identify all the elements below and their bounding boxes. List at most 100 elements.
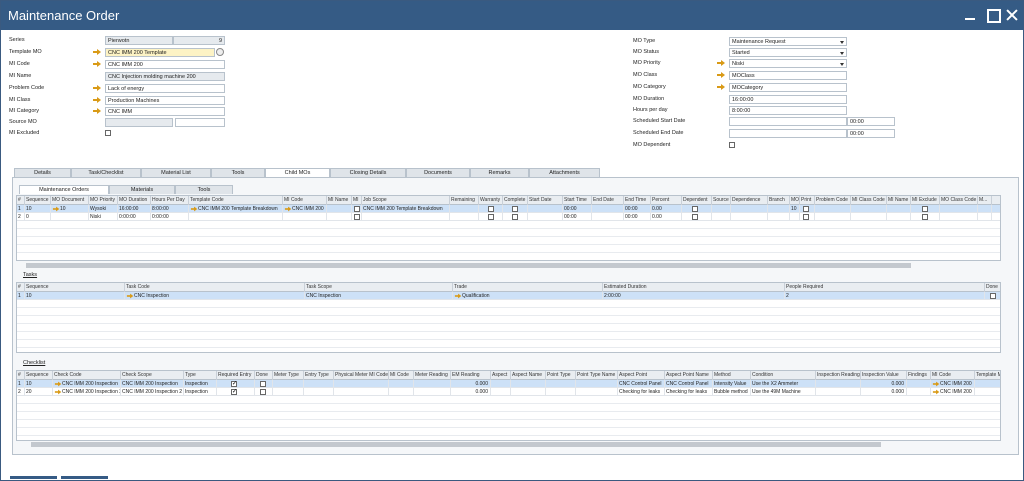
column-header[interactable]: Start Date — [528, 196, 563, 205]
subtab-maintenance-orders[interactable]: Maintenance Orders — [19, 185, 109, 194]
link-arrow-icon[interactable] — [93, 108, 102, 114]
row-checkbox[interactable] — [231, 380, 237, 387]
sched-start-date-field[interactable] — [729, 117, 847, 126]
link-arrow-icon[interactable] — [52, 206, 60, 212]
column-header[interactable]: Hours Per Day — [151, 196, 189, 205]
column-header[interactable]: MI Exclude — [911, 196, 940, 205]
link-arrow-icon[interactable] — [93, 49, 102, 55]
column-header[interactable]: Remaining — [450, 196, 479, 205]
column-header[interactable]: Task Scope — [305, 283, 453, 292]
row-checkbox[interactable] — [512, 206, 518, 212]
mo-type-select[interactable]: Maintenance Request — [729, 37, 847, 46]
column-header[interactable]: # — [17, 196, 25, 205]
mi-class-field[interactable]: Production Machines — [105, 96, 225, 105]
mi-code-field[interactable]: CNC IMM 200 — [105, 60, 225, 69]
column-header[interactable]: Check Code — [53, 371, 121, 380]
tab-tools[interactable]: Tools — [211, 168, 265, 177]
link-arrow-icon[interactable] — [126, 293, 134, 299]
link-arrow-icon[interactable] — [454, 293, 462, 299]
template-mo-field[interactable]: CNC IMM 200 Template — [105, 48, 215, 57]
column-header[interactable]: Done — [255, 371, 273, 380]
column-header[interactable]: Sequence — [25, 283, 125, 292]
column-header[interactable]: MO Duration — [118, 196, 151, 205]
column-header[interactable]: Template MO — [975, 371, 1000, 380]
row-checkbox[interactable] — [354, 214, 360, 220]
column-header[interactable]: MO Class Code — [940, 196, 978, 205]
subtab-tools[interactable]: Tools — [175, 185, 233, 194]
row-checkbox[interactable] — [922, 214, 928, 220]
table-row[interactable]: 2 20 CNC IMM 200 Inspection 2 CNC IMM 200 I… — [17, 388, 1000, 396]
table-row[interactable]: 1 10 10 Wysoki 16:00:00 8:00:00 CNC IMM 200 Te… — [17, 205, 1000, 213]
column-header[interactable]: MI Code — [389, 371, 414, 380]
column-header[interactable]: Done — [985, 283, 1000, 292]
column-header[interactable]: People Required — [785, 283, 985, 292]
link-arrow-icon[interactable] — [93, 61, 102, 67]
column-header[interactable]: Condition — [751, 371, 816, 380]
tab-documents[interactable]: Documents — [406, 168, 470, 177]
sched-end-date-field[interactable] — [729, 129, 847, 138]
link-arrow-icon[interactable] — [717, 84, 726, 90]
tab-material-list[interactable]: Material List — [141, 168, 211, 177]
row-checkbox[interactable] — [692, 206, 698, 212]
column-header[interactable]: Aspect Point Name — [665, 371, 713, 380]
maximize-icon[interactable] — [986, 8, 1001, 23]
column-header[interactable]: Required Entry — [217, 371, 255, 380]
table-row[interactable]: 1 10 CNC Inspection CNC Inspection Qualifica… — [17, 292, 1000, 300]
column-header[interactable]: Warranty — [479, 196, 503, 205]
column-header[interactable]: Task Code — [125, 283, 305, 292]
subtab-materials[interactable]: Materials — [109, 185, 175, 194]
link-arrow-icon[interactable] — [932, 389, 940, 395]
column-header[interactable]: MO Document — [51, 196, 89, 205]
column-header[interactable]: Physical Meter MI Code — [334, 371, 389, 380]
mo-category-field[interactable]: MOCategory — [729, 83, 847, 92]
column-header[interactable]: MI Class Code — [851, 196, 887, 205]
tab-details[interactable]: Details — [14, 168, 71, 177]
mi-excluded-checkbox[interactable] — [105, 130, 111, 136]
link-arrow-icon[interactable] — [717, 60, 726, 66]
table-row[interactable]: 1 10 CNC IMM 200 Inspection CNC IMM 200 Ins… — [17, 380, 1000, 388]
row-checkbox[interactable] — [354, 206, 360, 212]
column-header[interactable]: Start Time — [563, 196, 592, 205]
row-checkbox[interactable] — [803, 214, 809, 220]
mo-priority-select[interactable]: Niski — [729, 59, 847, 68]
column-header[interactable]: Entry Type — [304, 371, 334, 380]
column-header[interactable]: End Date — [592, 196, 624, 205]
link-arrow-icon[interactable] — [93, 85, 102, 91]
tab-attachments[interactable]: Attachments — [529, 168, 600, 177]
column-header[interactable]: Type — [184, 371, 217, 380]
row-checkbox[interactable] — [692, 214, 698, 220]
column-header[interactable]: MI Code — [931, 371, 975, 380]
column-header[interactable]: MO — [790, 196, 800, 205]
mo-class-field[interactable]: MOClass — [729, 71, 847, 80]
column-header[interactable]: Trade — [453, 283, 603, 292]
column-header[interactable]: Complete — [503, 196, 528, 205]
link-arrow-icon[interactable] — [54, 389, 62, 395]
series-field[interactable]: Pierwotn — [105, 36, 173, 45]
column-header[interactable]: Problem Code — [815, 196, 851, 205]
row-checkbox[interactable] — [990, 293, 996, 299]
row-checkbox[interactable] — [512, 214, 518, 220]
column-header[interactable]: EM Reading — [451, 371, 491, 380]
ok-button[interactable] — [10, 476, 57, 479]
tab-remarks[interactable]: Remarks — [470, 168, 529, 177]
column-header[interactable]: Percent — [651, 196, 682, 205]
column-header[interactable]: Meter Reading — [414, 371, 451, 380]
problem-code-field[interactable]: Lack of energy — [105, 84, 225, 93]
column-header[interactable]: Template Code — [189, 196, 283, 205]
column-header[interactable]: End Time — [624, 196, 651, 205]
horizontal-scrollbar[interactable] — [26, 263, 911, 268]
column-header[interactable]: Estimated Duration — [603, 283, 785, 292]
column-header[interactable]: Aspect Point — [618, 371, 665, 380]
horizontal-scrollbar[interactable] — [31, 442, 881, 447]
column-header[interactable]: Check Scope — [121, 371, 184, 380]
cancel-button[interactable] — [61, 476, 108, 479]
link-arrow-icon[interactable] — [717, 72, 726, 78]
column-header[interactable]: # — [17, 283, 25, 292]
column-header[interactable]: Aspect Name — [511, 371, 546, 380]
column-header[interactable]: Point Type Name — [576, 371, 618, 380]
column-header[interactable]: Branch — [768, 196, 790, 205]
tab-closing-details[interactable]: Closing Details — [330, 168, 406, 177]
sched-start-time-field[interactable]: 00:00 — [847, 117, 895, 126]
mo-dependent-checkbox[interactable] — [729, 142, 735, 148]
column-header[interactable]: Sequence — [25, 196, 51, 205]
